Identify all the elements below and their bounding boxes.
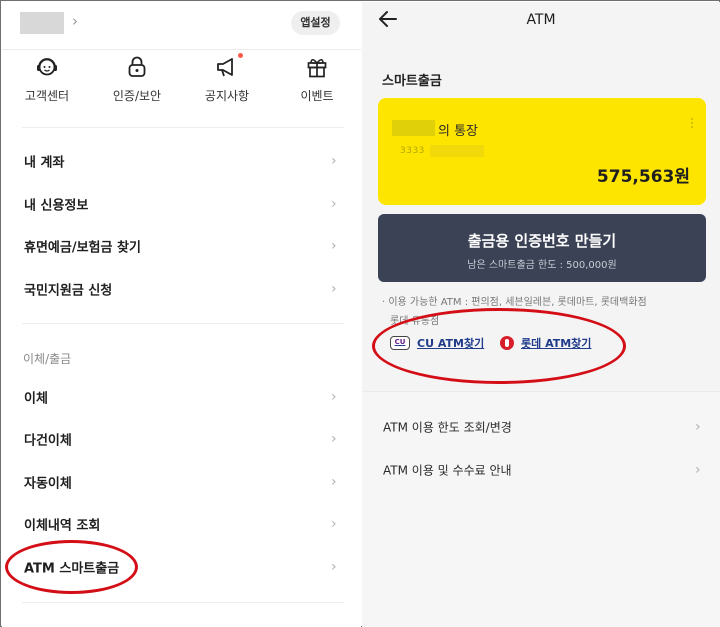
lotte-atm-find-link[interactable]: 롯데 ATM찾기 (500, 333, 591, 353)
account-name-suffix: 의 통장 (438, 124, 479, 139)
chevron-right-icon: › (695, 419, 701, 435)
menu-transfer-history[interactable]: 이체내역 조회 › (2, 503, 361, 545)
quick-menu-customer-center[interactable]: 고객센터 (2, 54, 92, 104)
menu-label: 다건이체 (24, 433, 72, 449)
menu-label: 이체내역 조회 (24, 518, 101, 534)
new-notice-dot (238, 53, 243, 58)
quick-menu-label: 이벤트 (300, 89, 334, 103)
quick-menu-event[interactable]: 이벤트 (272, 54, 362, 104)
chevron-right-icon: › (331, 196, 337, 212)
headset-icon (34, 54, 60, 80)
chevron-right-icon: › (331, 431, 337, 447)
account-name-masked (392, 120, 435, 136)
menu-label: 내 신용정보 (24, 198, 89, 214)
chevron-right-icon: › (331, 559, 337, 575)
account-card[interactable]: 의 통장 3333 575,563원 (378, 98, 706, 205)
quick-menu-label: 고객센터 (24, 89, 70, 103)
quick-menu-notice[interactable]: 공지사항 (182, 53, 272, 104)
note-line-2: 롯데 유통점 (390, 316, 440, 327)
button-label: 출금용 인증번호 만들기 (467, 232, 617, 250)
info-label: ATM 이용 한도 조회/변경 (383, 420, 512, 435)
more-options-icon[interactable] (690, 118, 694, 130)
available-atm-note: · 이용 가능한 ATM : 편의점, 세븐일레븐, 롯데마트, 롯데백화점 롯… (382, 293, 704, 331)
chevron-right-icon: › (331, 238, 337, 254)
chevron-right-icon: › (331, 516, 337, 532)
menu-my-account[interactable]: 내 계좌 › (2, 140, 361, 182)
quick-menu-label: 인증/보안 (112, 89, 162, 103)
more-menu-panel: › 앱설정 고객센터 인증/보안 공지사항 이벤트 내 계좌 › 내 신용정보 … (2, 2, 361, 627)
link-label: 롯데 ATM찾기 (521, 337, 592, 350)
gift-icon (304, 54, 330, 80)
account-number: 3333 (400, 146, 425, 156)
menu-national-support[interactable]: 국민지원금 신청 › (2, 268, 361, 310)
chevron-right-icon: › (695, 462, 701, 478)
quick-menu-label: 공지사항 (204, 89, 250, 103)
lock-icon (124, 54, 150, 80)
atm-info-list: ATM 이용 한도 조회/변경 › ATM 이용 및 수수료 안내 › (362, 391, 720, 627)
section-title-smart-withdrawal: 스마트출금 (382, 74, 442, 89)
account-number-masked (430, 145, 484, 157)
megaphone-icon (214, 53, 243, 80)
info-label: ATM 이용 및 수수료 안내 (383, 463, 512, 478)
header-divider (2, 49, 361, 50)
menu-label: 자동이체 (24, 476, 72, 492)
atm-fee-guide-item[interactable]: ATM 이용 및 수수료 안내 › (362, 450, 720, 490)
section-divider (22, 323, 344, 324)
app-settings-button[interactable]: 앱설정 (291, 11, 340, 35)
chevron-right-icon: › (331, 281, 337, 297)
atm-limit-inquiry-item[interactable]: ATM 이용 한도 조회/변경 › (362, 407, 720, 447)
menu-transfer[interactable]: 이체 › (2, 376, 361, 418)
menu-label: 국민지원금 신청 (24, 283, 113, 299)
create-withdrawal-code-button[interactable]: 출금용 인증번호 만들기 남은 스마트출금 한도 : 500,000원 (378, 214, 706, 282)
chevron-right-icon: › (331, 153, 337, 169)
menu-label: 휴면예금/보험금 찾기 (24, 240, 141, 256)
note-line-1: · 이용 가능한 ATM : 편의점, 세븐일레븐, 롯데마트, 롯데백화점 (382, 297, 647, 308)
menu-label: 이체 (24, 391, 48, 407)
quick-menu-auth-security[interactable]: 인증/보안 (92, 54, 182, 104)
remaining-limit-text: 남은 스마트출금 한도 : 500,000원 (467, 260, 617, 271)
menu-label: 내 계좌 (24, 155, 65, 171)
section-divider (22, 602, 344, 603)
profile-chevron-icon[interactable]: › (72, 12, 78, 30)
cu-logo-icon: CU (390, 336, 410, 350)
account-balance: 575,563원 (596, 167, 690, 187)
menu-my-credit-info[interactable]: 내 신용정보 › (2, 183, 361, 225)
section-label-transfer: 이체/출금 (23, 352, 72, 366)
menu-dormant-deposit[interactable]: 휴면예금/보험금 찾기 › (2, 225, 361, 267)
chevron-right-icon: › (331, 389, 337, 405)
lotte-logo-icon (500, 336, 514, 350)
menu-auto-transfer[interactable]: 자동이체 › (2, 461, 361, 503)
profile-name-masked[interactable] (20, 12, 64, 34)
cu-atm-find-link[interactable]: CU CU ATM찾기 (390, 333, 484, 353)
menu-atm-smart-withdrawal[interactable]: ATM 스마트출금 › (2, 546, 361, 588)
page-title: ATM (526, 12, 556, 28)
section-divider (22, 127, 344, 128)
menu-label: ATM 스마트출금 (24, 561, 120, 577)
atm-screen: ATM 스마트출금 의 통장 3333 575,563원 출금용 인증번호 만들… (362, 2, 720, 627)
menu-bulk-transfer[interactable]: 다건이체 › (2, 418, 361, 460)
chevron-right-icon: › (331, 474, 337, 490)
screenshot-frame: › 앱설정 고객센터 인증/보안 공지사항 이벤트 내 계좌 › 내 신용정보 … (0, 0, 720, 627)
link-label: CU ATM찾기 (417, 337, 485, 350)
